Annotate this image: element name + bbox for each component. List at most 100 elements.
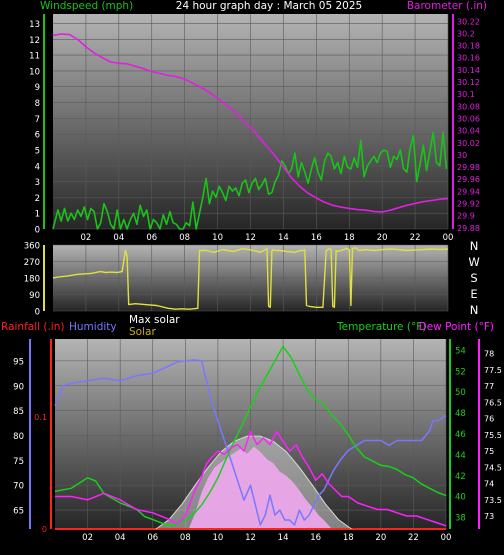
weather-graphs: 01234567891011121302 04 06 08 10 12 14 16 18 20 22… [1,0,502,543]
direction-tick-label: 90 [29,291,40,301]
maxsolar-legend: Max solar [129,314,180,326]
dewpoint-tick-label: 78 [484,350,494,359]
humidity-tick-label: 95 [13,357,24,367]
dewpoint-tick-label: 77.5 [484,366,502,375]
windspeed-axis-title: Windspeed (mph) [40,0,133,12]
x-tick-label: 20 [375,533,386,543]
barometer-tick-label: 30.18 [457,42,480,51]
windspeed-tick-label: 11 [29,52,40,62]
dewpoint-tick-label: 76 [484,415,494,424]
dewpoint-tick-label: 73.5 [484,496,502,505]
humidity-tick-label: 70 [13,482,24,492]
chart-title: 24 hour graph day : March 05 2025 [176,0,362,12]
compass-label-w: W [468,255,479,269]
windspeed-tick-label: 1 [35,210,40,220]
x-tick-label: 10 [213,533,224,543]
barometer-tick-label: 29.88 [457,224,480,233]
windspeed-tick-label: 8 [35,99,40,109]
x-tick-label: 14 [278,233,289,243]
windspeed-tick-label: 0 [35,226,40,236]
temperature-tick-label: 44 [455,451,466,461]
humidity-axis-title: Humidity [69,321,117,333]
barometer-tick-label: 29.98 [457,163,480,172]
dewpoint-tick-label: 76.5 [484,398,502,407]
rainfall-tick-label: 0 [42,525,47,534]
x-tick-label: 22 [410,233,421,243]
wind-direction-ticks: 0 90 180 270 360 [24,242,45,318]
dewpoint-tick-label: 73 [484,512,494,521]
barometer-tick-label: 29.96 [457,175,480,184]
temperature-tick-label: 46 [455,430,466,440]
temperature-tick-label: 48 [455,409,466,419]
direction-tick-label: 270 [24,258,40,268]
x-tick-label: 00 [441,533,452,543]
barometer-tick-label: 30.04 [457,127,480,136]
rainfall-axis-title: Rainfall (.in) [1,321,64,333]
humidity-tick-label: 80 [13,432,24,442]
x-tick-label: 00 [443,233,454,243]
barometer-tick-label: 29.94 [457,187,480,196]
temperature-tick-label: 50 [455,388,466,398]
compass-label-n-top: N [470,239,479,253]
x-tick-label: 12 [245,233,256,243]
x-tick-label: 08 [179,233,190,243]
temperature-tick-label: 52 [455,367,466,377]
barometer-tick-label: 30.22 [457,17,480,26]
compass-labels: N W S E N [468,239,479,317]
compass-label-e: E [470,287,477,301]
barometer-tick-label: 30.14 [457,66,480,75]
temperature-tick-label: 38 [455,514,466,524]
humidity-tick-label: 65 [13,507,24,517]
dewpoint-axis-title: Dew Point (°F) [419,321,494,333]
rainfall-tick-label: 0.1 [34,413,47,422]
barometer-tick-label: 29.92 [457,199,480,208]
x-tick-label: 04 [115,533,126,543]
dewpoint-tick-label: 77 [484,382,494,391]
windspeed-tick-label: 12 [29,36,40,46]
x-tick-label: 04 [113,233,124,243]
solar-legend: Solar [129,326,156,338]
windspeed-tick-label: 9 [35,83,40,93]
temperature-tick-label: 40 [455,493,466,503]
x-tick-label: 16 [311,233,322,243]
windspeed-tick-label: 4 [35,162,40,172]
direction-tick-label: 180 [24,275,40,285]
x-tick-label: 02 [81,233,92,243]
windspeed-tick-label: 5 [35,146,40,156]
dewpoint-tick-label: 75.5 [484,431,502,440]
windspeed-tick-label: 7 [35,115,40,125]
weather-graph-page: 0 1 2 3 4 5 6 7 8 9 10 11 12 13 02 04 06 08 10 12 14 16 18 20 22… [0,0,504,555]
x-tick-label: 20 [377,233,388,243]
humidity-tick-label: 90 [13,382,24,392]
x-tick-label: 08 [180,533,191,543]
compass-label-s: S [470,271,477,285]
barometer-tick-label: 30.16 [457,54,480,63]
dewpoint-tick-label: 74 [484,480,494,489]
x-tick-label: 16 [310,533,321,543]
dewpoint-tick-label: 75 [484,447,494,456]
direction-tick-label: 360 [24,242,40,252]
x-tick-label: 02 [82,533,93,543]
x-tick-label: 06 [146,233,157,243]
temperature-tick-label: 42 [455,472,466,482]
barometer-tick-label: 30.08 [457,102,480,111]
windspeed-tick-label: 2 [35,194,40,204]
barometer-axis-title: Barometer (.in) [407,0,487,12]
x-tick-label: 18 [343,533,354,543]
windspeed-tick-label: 10 [29,67,40,77]
x-tick-label: 14 [278,533,289,543]
compass-label-n-bottom: N [470,303,479,317]
temperature-axis-title: Temperature (°F) [336,321,426,333]
barometer-tick-label: 30.1 [457,90,475,99]
x-tick-label: 22 [408,533,419,543]
windspeed-tick-label: 3 [35,178,40,188]
barometer-tick-label: 30.02 [457,139,480,148]
humidity-tick-label: 75 [13,457,24,467]
barometer-tick-label: 30 [457,151,467,160]
barometer-tick-label: 30.12 [457,78,480,87]
humidity-tick-label: 85 [13,407,24,417]
windspeed-tick-label: 6 [35,131,40,141]
windspeed-tick-label: 13 [29,20,40,30]
x-tick-label: 18 [344,233,355,243]
direction-tick-label: 0 [35,308,40,318]
